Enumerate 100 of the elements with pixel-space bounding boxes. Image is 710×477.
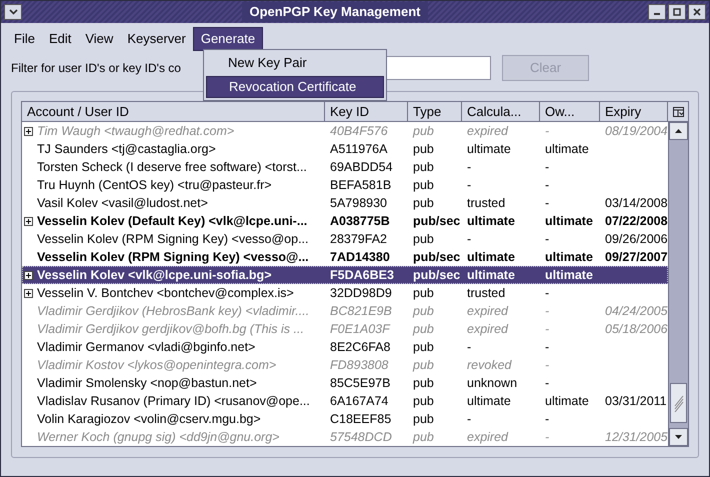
table-cell-text: TJ Saunders <tj@castaglia.org> <box>37 140 216 158</box>
table-cell-text: - <box>545 284 550 302</box>
table-cell-text: ultimate <box>467 140 511 158</box>
table-cell-text: 7AD14380 <box>330 248 390 266</box>
table-cell-text: - <box>545 122 550 140</box>
table-row[interactable]: Torsten Scheck (I deserve free software) <torst... 69ABDD54 pub - - <box>22 158 668 176</box>
expand-icon[interactable] <box>24 216 33 226</box>
table-cell-text: expired <box>467 428 508 446</box>
window-title: OpenPGP Key Management <box>242 2 428 22</box>
table-cell-text: Tru Huynh (CentOS key) <tru@pasteur.fr> <box>37 176 272 194</box>
table-row[interactable]: Volin Karagiozov <volin@cserv.mgu.bg> C18EEF85 pub - - <box>22 410 668 428</box>
table-row[interactable]: Tru Huynh (CentOS key) <tru@pasteur.fr> BEFA581B pub - - <box>22 176 668 194</box>
dropdown-item[interactable]: New Key Pair <box>206 52 384 74</box>
grip-icon <box>674 394 684 412</box>
table-cell-text: Werner Koch (gnupg sig) <dd9jn@gnu.org> <box>37 428 280 446</box>
table-cell-text: - <box>545 176 550 194</box>
table-cell-text: Vesselin Kolev <vlk@lcpe.uni-sofia.bg> <box>37 266 272 284</box>
menu-item[interactable]: View <box>78 27 120 51</box>
table-cell-text: - <box>545 320 550 338</box>
scrollbar-thumb[interactable] <box>670 383 687 423</box>
table-cell-text: pub <box>413 320 434 338</box>
column-header[interactable]: Key ID <box>325 102 408 122</box>
table-cell-text: - <box>467 230 472 248</box>
table-cell-text: trusted <box>467 284 506 302</box>
expand-icon[interactable] <box>24 270 33 280</box>
table-row[interactable]: Vladislav Rusanov (Primary ID) <rusanov@ope... 6A167A74 pub ultimate ultimate 03/31/2011 <box>22 392 668 410</box>
table-row[interactable]: Vladimir Smolensky <nop@bastun.net> 85C5E97B pub unknown - <box>22 374 668 392</box>
table-cell-text: ultimate <box>467 248 515 266</box>
table-cell-text: 05/18/2006 <box>605 320 668 338</box>
table-cell-text: Torsten Scheck (I deserve free software) <torst... <box>37 158 307 176</box>
table-cell-text: expired <box>467 320 508 338</box>
menu-item[interactable]: File <box>7 27 42 51</box>
table-cell-text: - <box>467 410 472 428</box>
table-cell-text: Vladimir Gerdjikov gerdjikov@bofh.bg (This is ... <box>37 320 304 338</box>
table-cell-text: ultimate <box>545 140 589 158</box>
table-cell-text: A511976A <box>330 140 388 158</box>
table-cell-text: pub <box>413 230 434 248</box>
table-cell-text: Tim Waugh <twaugh@redhat.com> <box>37 122 234 140</box>
column-header[interactable]: Account / User ID <box>22 102 325 122</box>
filter-field[interactable] <box>386 56 491 80</box>
table-cell-text: 03/31/2011 <box>605 392 667 410</box>
table-row[interactable]: Vladimir Germanov <vladi@bginfo.net> 8E2C6FA8 pub - - <box>22 338 668 356</box>
table-cell-text: Vesselin Kolev (RPM Signing Key) <vesso@op... <box>37 230 308 248</box>
table-cell-text: ultimate <box>467 212 515 230</box>
menu-item[interactable]: Keyserver <box>120 27 193 51</box>
table-cell-text: pub <box>413 158 434 176</box>
table-cell-text: 07/22/2008 <box>605 212 668 230</box>
close-icon <box>693 8 701 16</box>
table-cell-text: Vladimir Smolensky <nop@bastun.net> <box>37 374 257 392</box>
close-button[interactable] <box>688 4 706 20</box>
table-row[interactable]: Vesselin Kolev (Default Key) <vlk@lcpe.uni-... A038775B pub/sec ultimate ultimate 07/22/2008 <box>22 212 668 230</box>
table-cell-text: Vasil Kolev <vasil@ludost.net> <box>37 194 208 212</box>
table-cell-text: 8E2C6FA8 <box>330 338 390 356</box>
minimize-button[interactable] <box>648 4 666 20</box>
table-cell-text: Vesselin Kolev (RPM Signing Key) <vesso@... <box>37 248 309 266</box>
table-cell-text: 09/26/2006 <box>605 230 668 248</box>
table-cell-text: unknown <box>467 374 518 392</box>
expand-icon[interactable] <box>24 126 33 136</box>
dropdown-item[interactable]: Revocation Certificate <box>206 76 384 98</box>
table-cell-text: pub <box>413 410 434 428</box>
table-cell-text: 57548DCD <box>330 428 392 446</box>
table-cell-text: 6A167A74 <box>330 392 388 410</box>
column-header[interactable]: Calcula... <box>462 102 540 122</box>
menu-item[interactable]: Generate <box>192 27 264 51</box>
table-cell-text: pub <box>413 194 434 212</box>
expand-icon[interactable] <box>24 288 33 298</box>
table-row[interactable]: TJ Saunders <tj@castaglia.org> A511976A pub ultimate ultimate <box>22 140 668 158</box>
table-cell-text: - <box>545 338 550 356</box>
window-menu-button[interactable] <box>4 4 22 20</box>
table-cell-text: - <box>545 158 550 176</box>
table-row[interactable]: Vesselin V. Bontchev <bontchev@complex.is> 32DD98D9 pub trusted - <box>22 284 668 302</box>
table-cell-text: revoked <box>467 356 512 374</box>
column-chooser-button[interactable] <box>668 102 688 122</box>
table-row[interactable]: Vesselin Kolev <vlk@lcpe.uni-sofia.bg> F5DA6BE3 pub/sec ultimate ultimate <box>22 266 668 284</box>
table-cell-text: 85C5E97B <box>330 374 390 392</box>
table-row[interactable]: Vesselin Kolev (RPM Signing Key) <vesso@op... 28379FA2 pub - - 09/26/2006 <box>22 230 668 248</box>
table-cell-text: 32DD98D9 <box>330 284 392 302</box>
scroll-down-icon <box>675 435 682 439</box>
table-cell-text: - <box>545 428 550 446</box>
table-cell-text: pub <box>413 284 434 302</box>
maximize-button[interactable] <box>668 4 686 20</box>
column-header[interactable]: Expiry <box>600 102 668 122</box>
table-cell-text: trusted <box>467 194 506 212</box>
column-header[interactable]: Type <box>408 102 462 122</box>
menu-item[interactable]: Edit <box>42 27 78 51</box>
table-cell-text: Vladimir Germanov <vladi@bginfo.net> <box>37 338 256 356</box>
table-cell-text: pub <box>413 140 434 158</box>
table-cell-text: FD893808 <box>330 356 388 374</box>
scrollbar[interactable] <box>668 122 688 446</box>
filter-label: Filter for user ID's or key ID's co <box>11 61 181 76</box>
table-cell-text: A038775B <box>330 212 390 230</box>
table-cell-text: 09/27/2007 <box>605 248 668 266</box>
maximize-icon <box>673 8 681 16</box>
table-cell-text: ultimate <box>545 266 593 284</box>
table-cell-text: pub <box>413 428 434 446</box>
column-header[interactable]: Ow... <box>540 102 600 122</box>
table-row[interactable]: Vesselin Kolev (RPM Signing Key) <vesso@... 7AD14380 pub/sec ultimate ultimate 09/27/2007 <box>22 248 668 266</box>
table-row[interactable]: Vasil Kolev <vasil@ludost.net> 5A798930 pub trusted - 03/14/2008 <box>22 194 668 212</box>
table-cell-text: BC821E9B <box>330 302 392 320</box>
table-cell-text: - <box>545 410 550 428</box>
